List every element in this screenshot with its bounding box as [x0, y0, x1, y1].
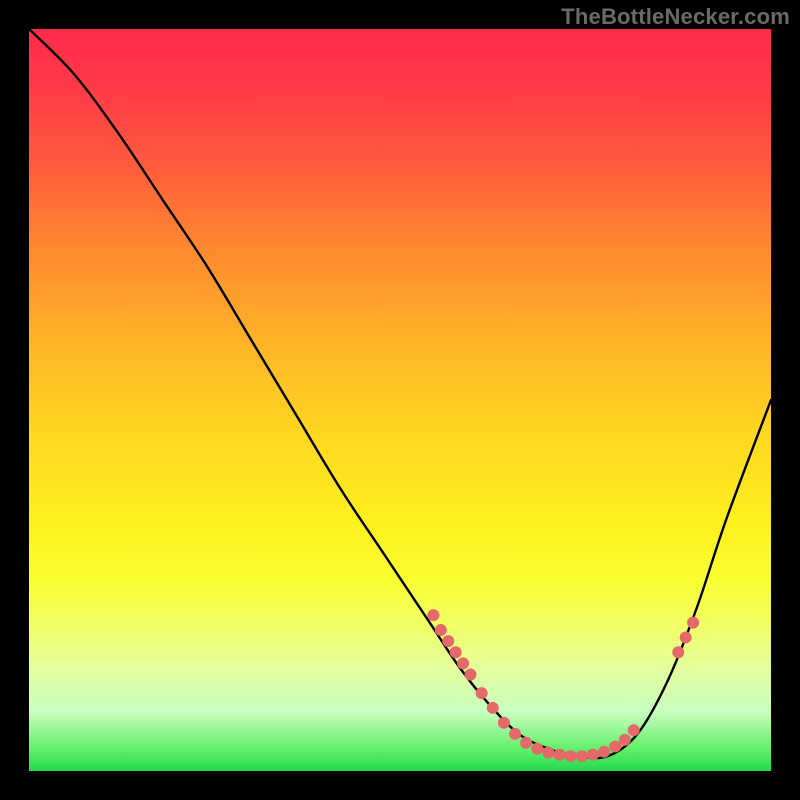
data-marker	[498, 717, 510, 729]
data-marker	[457, 657, 469, 669]
data-marker	[476, 687, 488, 699]
data-marker	[442, 635, 454, 647]
data-marker	[509, 728, 521, 740]
data-marker	[672, 646, 684, 658]
data-marker	[464, 669, 476, 681]
data-marker	[487, 702, 499, 714]
data-marker	[427, 609, 439, 621]
data-marker	[680, 631, 692, 643]
chart-stage: TheBottleNecker.com	[0, 0, 800, 800]
data-marker	[565, 750, 577, 762]
data-marker	[554, 749, 566, 761]
data-marker	[628, 724, 640, 736]
watermark-text: TheBottleNecker.com	[561, 4, 790, 30]
data-marker	[619, 734, 631, 746]
data-marker	[531, 743, 543, 755]
data-marker	[587, 749, 599, 761]
data-marker	[576, 750, 588, 762]
data-marker	[687, 617, 699, 629]
data-marker	[450, 646, 462, 658]
data-markers	[427, 609, 699, 762]
data-marker	[520, 737, 532, 749]
data-marker	[598, 746, 610, 758]
bottleneck-curve	[29, 29, 771, 758]
data-marker	[435, 624, 447, 636]
chart-svg	[29, 29, 771, 771]
data-marker	[542, 746, 554, 758]
plot-area	[29, 29, 771, 771]
